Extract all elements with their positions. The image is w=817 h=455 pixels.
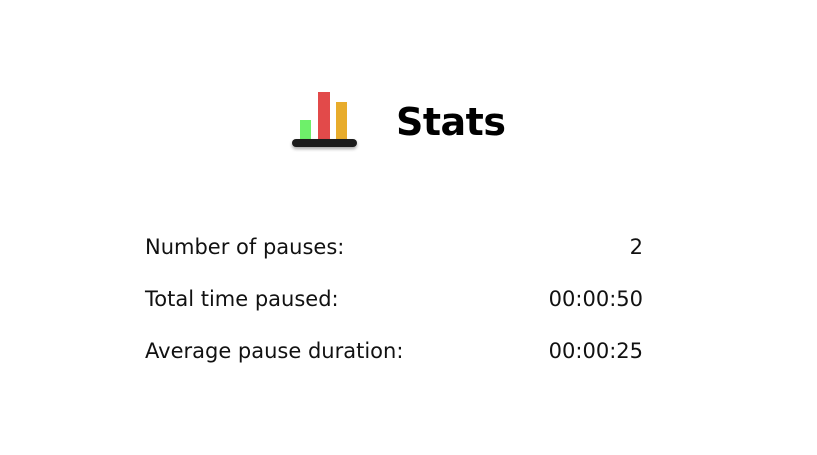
stats-list: Number of pauses: 2 Total time paused: 0… <box>145 229 643 385</box>
stat-row-average-pause-duration: Average pause duration: 00:00:25 <box>145 333 643 369</box>
bar-chart-icon <box>292 92 357 147</box>
stats-header: Stats <box>286 86 506 152</box>
stat-row-total-time-paused: Total time paused: 00:00:50 <box>145 281 643 317</box>
chart-base <box>292 139 357 147</box>
bar-green <box>300 120 311 140</box>
stat-value: 00:00:50 <box>548 287 643 311</box>
bar-red <box>318 92 330 140</box>
stat-label: Total time paused: <box>145 287 339 311</box>
stat-row-number-of-pauses: Number of pauses: 2 <box>145 229 643 265</box>
stat-value: 00:00:25 <box>548 339 643 363</box>
page-title: Stats <box>396 100 506 144</box>
stats-page: Stats Number of pauses: 2 Total time pau… <box>0 0 817 455</box>
bar-yellow <box>336 102 347 140</box>
stat-value: 2 <box>629 235 643 259</box>
stat-label: Number of pauses: <box>145 235 345 259</box>
stat-label: Average pause duration: <box>145 339 404 363</box>
